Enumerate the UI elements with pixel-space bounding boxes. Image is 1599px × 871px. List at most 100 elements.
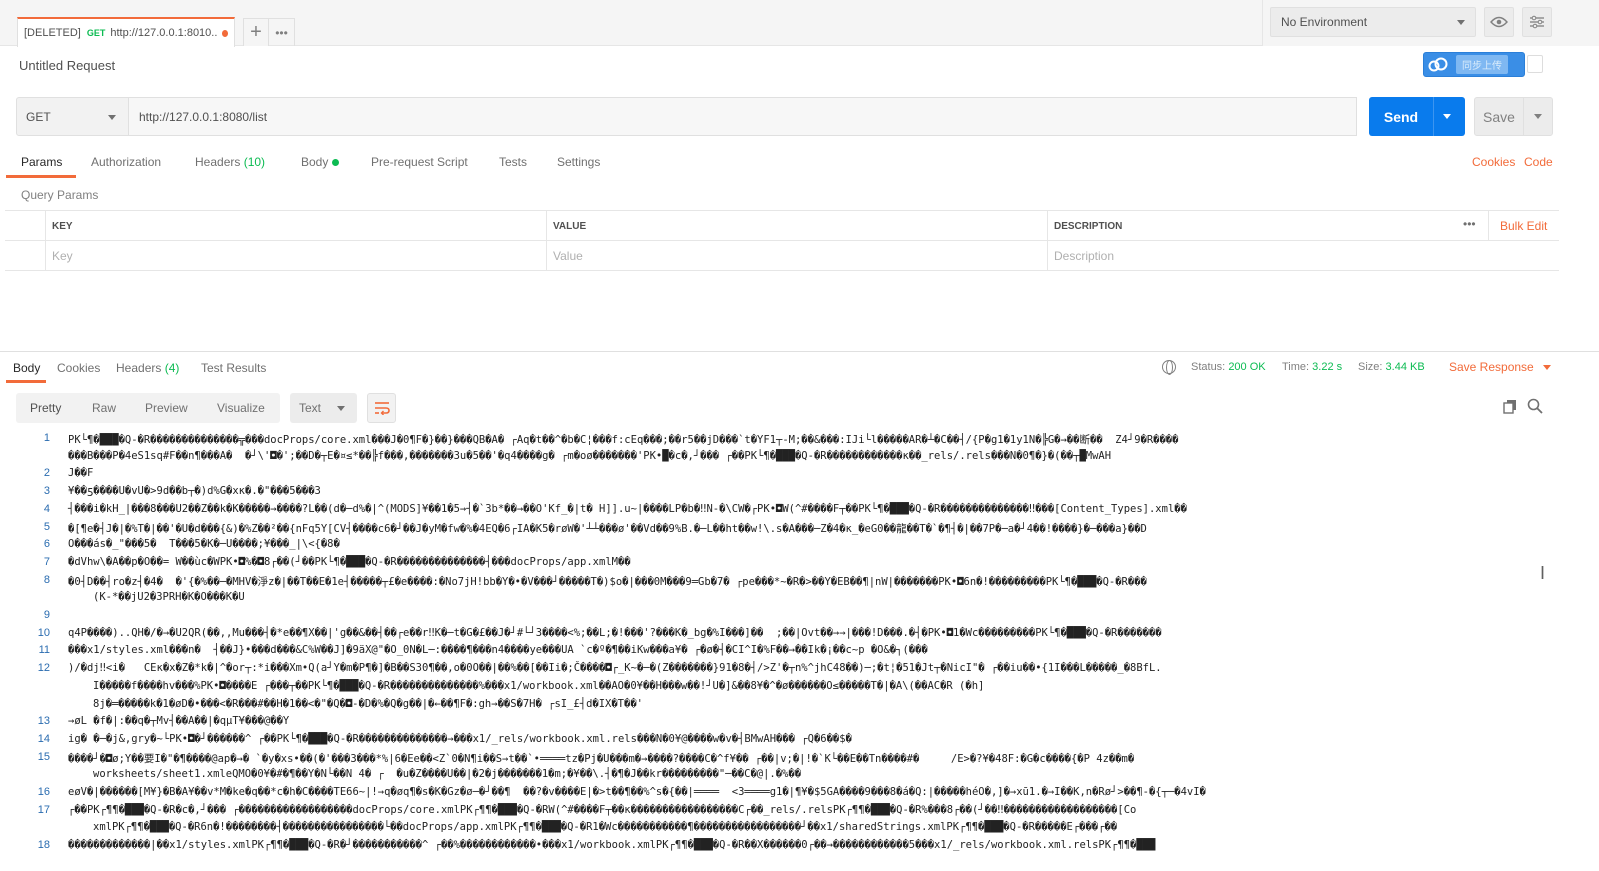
save-response-button[interactable]: Save Response <box>1449 360 1552 374</box>
line-content: (K-*��jU2�3PRH�K�O���K�U <box>93 591 245 604</box>
line-content: �[¶e�┤J�|�%T�|��'�U�d���{&)�%Z��²��{nFq5… <box>68 522 1147 535</box>
cloud-sync-button[interactable]: 同步上传 <box>1423 52 1525 77</box>
bulk-edit-link[interactable]: Bulk Edit <box>1500 219 1547 233</box>
active-response-tab-indicator <box>6 380 46 383</box>
key-input[interactable]: Key <box>45 241 546 271</box>
line-content: �dVhw\�A��p�O��= W��ùc�WPK•◘%�◘8┌��(┘��P… <box>68 555 631 568</box>
cloud-icon <box>1428 57 1448 71</box>
col-value-header: VALUE <box>546 211 1047 241</box>
code-link[interactable]: Code <box>1524 155 1553 169</box>
cloud-sync-label: 同步上传 <box>1456 55 1508 74</box>
line-number: 4 <box>43 502 50 515</box>
line-content: worksheets/sheet1.xmleQMO�0¥�#�¶��Y�N└��… <box>93 768 802 781</box>
send-label: Send <box>1383 108 1419 125</box>
url-input[interactable]: http://127.0.0.1:8080/list <box>128 97 1357 136</box>
wrap-icon <box>374 402 390 415</box>
line-number: 14 <box>37 732 50 745</box>
comments-icon[interactable] <box>1527 55 1543 73</box>
format-toolbar: Pretty Raw Preview Visualize <box>16 393 280 423</box>
response-tab-test-results[interactable]: Test Results <box>201 361 266 375</box>
line-number: 7 <box>43 555 50 568</box>
tab-headers-count: (10) <box>243 155 266 169</box>
body-indicator-dot-icon <box>331 159 339 166</box>
search-icon[interactable] <box>1527 398 1543 414</box>
line-number: 11 <box>38 644 50 657</box>
value-input[interactable]: Value <box>546 241 1047 271</box>
manage-environments-button[interactable] <box>1522 7 1552 37</box>
tab-params[interactable]: Params <box>21 155 62 169</box>
wrap-lines-button[interactable] <box>367 393 396 423</box>
tab-tests[interactable]: Tests <box>499 155 527 169</box>
tab-prerequest-script[interactable]: Pre-request Script <box>371 155 468 169</box>
chevron-down-icon <box>108 115 116 120</box>
request-tab[interactable]: [DELETED] GET http://127.0.0.1:8010... <box>17 17 235 47</box>
line-number: 6 <box>43 538 50 551</box>
time-value: 3.22 s <box>1312 361 1343 373</box>
save-label: Save <box>1483 108 1515 125</box>
url-value: http://127.0.0.1:8080/list <box>139 109 268 124</box>
line-number: 5 <box>43 520 50 533</box>
line-number: 1 <box>43 432 50 444</box>
text-cursor-icon: I <box>1540 563 1546 583</box>
line-number: 12 <box>37 662 50 675</box>
environment-select[interactable]: No Environment <box>1270 7 1476 37</box>
line-number: 10 <box>37 626 50 639</box>
tab-more-button[interactable]: ••• <box>269 18 295 46</box>
tab-headers-label: Headers <box>195 155 241 169</box>
query-params-label: Query Params <box>21 188 99 202</box>
format-raw[interactable]: Raw <box>92 401 116 415</box>
line-content: ���B���P�4eS1sq#F��n¶���A� �┘\'◘�';��D�┬… <box>68 449 1112 462</box>
response-body-editor[interactable]: 1 PK└¶�███�Q-�R��������������╦���docProps… <box>0 432 1599 871</box>
cookies-link[interactable]: Cookies <box>1472 155 1515 169</box>
query-params-table: KEY VALUE DESCRIPTION ••• Bulk Edit Key … <box>5 210 1559 271</box>
globe-icon[interactable] <box>1162 360 1176 375</box>
line-content: q4P����)..QH�/�→�U2QR(��,,Mu���┤�*e��¶X�… <box>68 626 1162 639</box>
line-content: ig� �─�j&,gry�~└PK•◘�┘������^ ┌��PK└¶�██… <box>68 732 852 745</box>
format-pretty[interactable]: Pretty <box>30 401 61 415</box>
sliders-icon <box>1530 15 1544 29</box>
response-tab-body[interactable]: Body <box>13 361 40 375</box>
environment-quick-look-button[interactable] <box>1484 7 1514 37</box>
line-number: 18 <box>37 839 50 852</box>
line-number: 15 <box>37 750 50 763</box>
tab-headers[interactable]: Headers (10) <box>195 155 265 169</box>
line-content: �0┤D��┤ro�z┤�4� �'{�%��─�MHV�淨z�|��T��E�… <box>68 575 1147 588</box>
method-select[interactable]: GET <box>16 97 129 136</box>
tab-settings[interactable]: Settings <box>557 155 600 169</box>
size-readout: Size: 3.44 KB <box>1358 361 1425 373</box>
save-button[interactable]: Save <box>1474 97 1553 136</box>
line-content: ����┘�◘ø;Y��要I�"�¶����@ap�→� `�y�xs•��(�… <box>68 752 1135 765</box>
line-content: I�����f����hv���%PK•◘����E ┌���┬��PK└¶�█… <box>93 679 985 692</box>
tab-body-label: Body <box>301 155 329 169</box>
format-visualize[interactable]: Visualize <box>217 401 265 415</box>
response-divider[interactable] <box>0 351 1599 352</box>
response-type-select[interactable]: Text <box>290 393 357 423</box>
format-preview[interactable]: Preview <box>145 401 188 415</box>
size-value: 3.44 KB <box>1385 361 1425 373</box>
col-key-header: KEY <box>45 211 546 241</box>
request-title[interactable]: Untitled Request <box>19 58 115 73</box>
save-options-chevron-icon[interactable] <box>1534 114 1542 119</box>
eye-icon <box>1490 16 1508 28</box>
line-content: ���x1/styles.xml���n� ┤��J}•���d���&C%W�… <box>68 644 928 657</box>
unsaved-dot-icon <box>221 29 228 37</box>
tab-body[interactable]: Body <box>301 155 339 169</box>
send-options-chevron-icon[interactable] <box>1443 114 1451 119</box>
response-tab-cookies[interactable]: Cookies <box>57 361 100 375</box>
request-tabs: Params Authorization Headers (10) Body P… <box>0 148 1599 178</box>
line-number: 16 <box>37 786 50 798</box>
time-readout: Time: 3.22 s <box>1282 361 1343 373</box>
line-content: PK└¶�███�Q-�R��������������╦���docProps/… <box>68 434 1179 446</box>
line-content: →øL �f�|:��q�┬Mv┤��A��|�qµT¥���@��Y <box>68 715 290 728</box>
col-description-header: DESCRIPTION <box>1047 211 1559 241</box>
new-tab-button[interactable]: + <box>243 18 269 46</box>
send-button[interactable]: Send <box>1369 97 1465 136</box>
environment-selected: No Environment <box>1281 15 1368 29</box>
description-input[interactable]: Description <box>1047 241 1559 271</box>
tab-authorization[interactable]: Authorization <box>91 155 161 169</box>
table-more-button[interactable]: ••• <box>1463 217 1476 231</box>
active-tab-indicator <box>6 175 76 178</box>
response-tab-headers[interactable]: Headers (4) <box>116 361 179 375</box>
line-content: eøV�|������[M¥}�B�A¥��v*M�ke�q��*c�h�C��… <box>68 786 1206 798</box>
copy-icon[interactable] <box>1503 399 1517 414</box>
